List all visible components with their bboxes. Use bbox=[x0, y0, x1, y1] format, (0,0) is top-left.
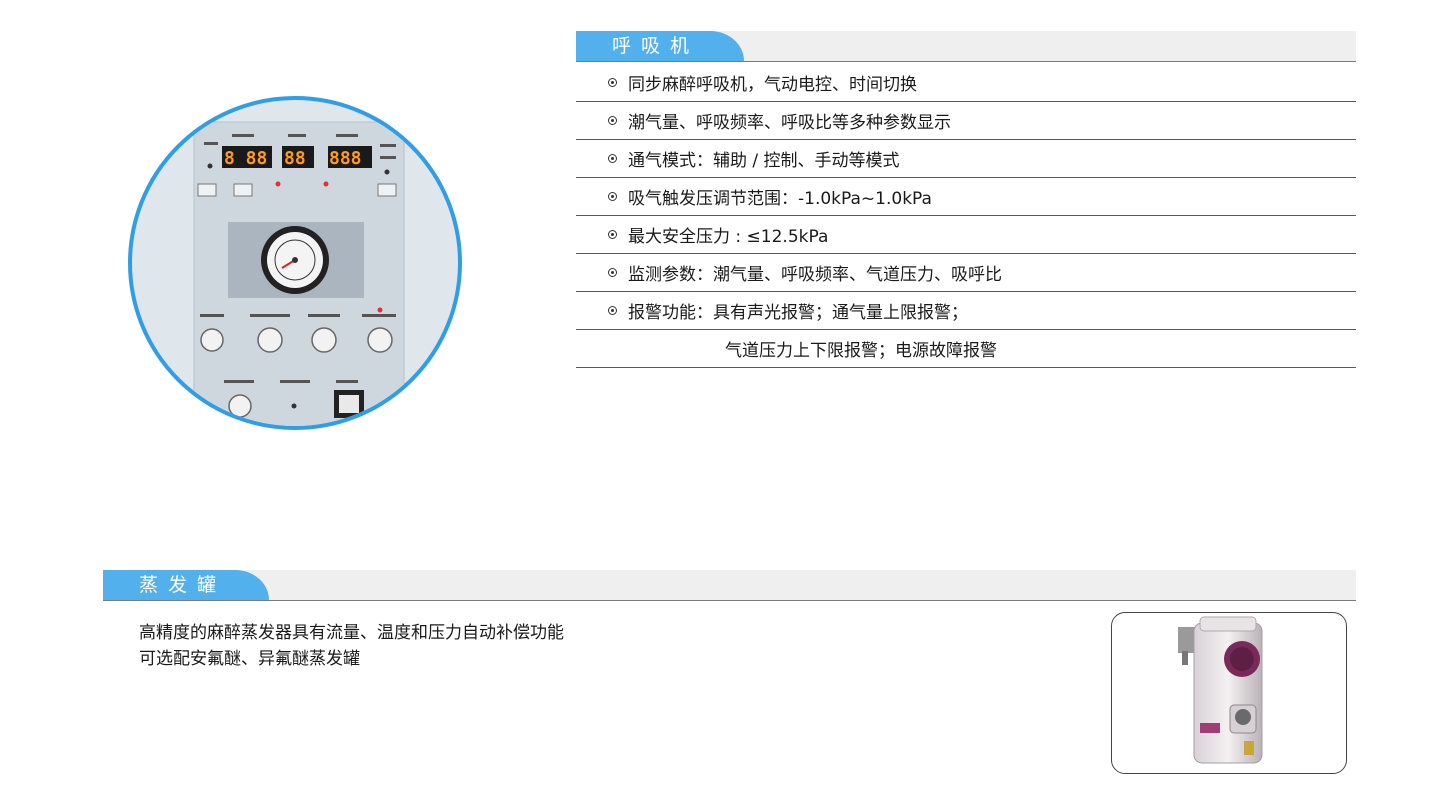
svg-text:888: 888 bbox=[329, 148, 362, 169]
vaporizer-line: 高精度的麻醉蒸发器具有流量、温度和压力自动补偿功能 bbox=[139, 623, 564, 643]
vaporizer-title: 蒸发罐 bbox=[103, 570, 269, 600]
bullet-icon bbox=[608, 116, 617, 125]
feature-text: 报警功能：具有声光报警；通气量上限报警； bbox=[628, 303, 968, 323]
feature-text: 最大安全压力 : ≤12.5kPa bbox=[628, 227, 829, 247]
feature-text: 监测参数：潮气量、呼吸频率、气道压力、吸呼比 bbox=[628, 265, 1002, 285]
list-item: 通气模式：辅助 / 控制、手动等模式 bbox=[576, 140, 1356, 178]
vaporizer-line: 可选配安氟醚、异氟醚蒸发罐 bbox=[139, 649, 360, 669]
feature-text: 通气模式：辅助 / 控制、手动等模式 bbox=[628, 151, 900, 171]
bullet-icon bbox=[608, 230, 617, 239]
list-item: 最大安全压力 : ≤12.5kPa bbox=[576, 216, 1356, 254]
feature-text: 吸气触发压调节范围：-1.0kPa~1.0kPa bbox=[628, 189, 932, 209]
list-item: 同步麻醉呼吸机，气动电控、时间切换 bbox=[576, 64, 1356, 102]
bullet-icon bbox=[608, 154, 617, 163]
list-item: 监测参数：潮气量、呼吸频率、气道压力、吸呼比 bbox=[576, 254, 1356, 292]
feature-text: 潮气量、呼吸频率、呼吸比等多种参数显示 bbox=[628, 113, 951, 133]
list-item: 潮气量、呼吸频率、呼吸比等多种参数显示 bbox=[576, 102, 1356, 140]
bullet-icon bbox=[608, 268, 617, 277]
svg-text:88: 88 bbox=[284, 148, 306, 169]
vaporizer-description: 高精度的麻醉蒸发器具有流量、温度和压力自动补偿功能 可选配安氟醚、异氟醚蒸发罐 bbox=[139, 620, 564, 672]
list-item: 报警功能：具有声光报警；通气量上限报警； bbox=[576, 292, 1356, 330]
vaporizer-header-bar: 蒸发罐 bbox=[103, 570, 1356, 601]
svg-text:8 88: 8 88 bbox=[224, 148, 267, 169]
list-item: 吸气触发压调节范围：-1.0kPa~1.0kPa bbox=[576, 178, 1356, 216]
feature-text: 同步麻醉呼吸机，气动电控、时间切换 bbox=[628, 75, 917, 95]
vaporizer-image bbox=[1111, 612, 1347, 774]
ventilator-feature-list: 同步麻醉呼吸机，气动电控、时间切换 潮气量、呼吸频率、呼吸比等多种参数显示 通气… bbox=[576, 64, 1356, 368]
bullet-icon bbox=[608, 78, 617, 87]
ventilator-title: 呼吸机 bbox=[576, 31, 744, 61]
bullet-icon bbox=[608, 306, 617, 315]
list-item-continuation: 气道压力上下限报警；电源故障报警 bbox=[576, 330, 1356, 368]
bullet-icon bbox=[608, 192, 617, 201]
feature-text: 气道压力上下限报警；电源故障报警 bbox=[725, 341, 997, 361]
ventilator-panel-image: 8 88 88 888 bbox=[128, 96, 462, 430]
ventilator-header-bar: 呼吸机 bbox=[576, 31, 1356, 62]
